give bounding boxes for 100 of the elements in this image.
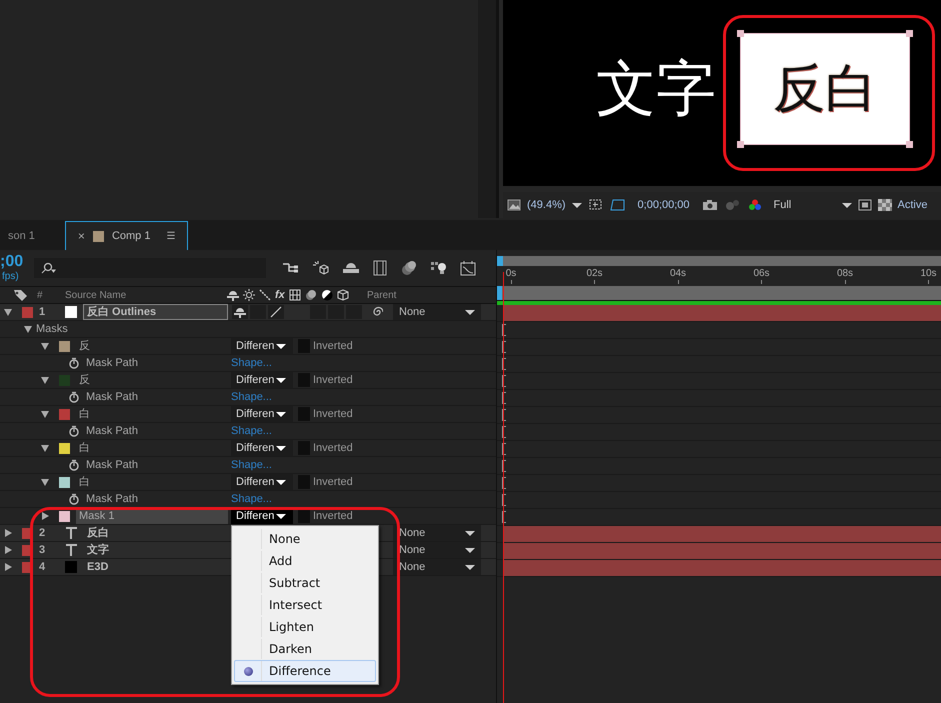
mask-color-swatch[interactable]: [59, 442, 70, 454]
film-icon[interactable]: [372, 260, 388, 276]
zoom-dropdown[interactable]: (49.4%): [527, 199, 566, 211]
slash-icon[interactable]: [259, 289, 271, 301]
layer-name[interactable]: 反白: [83, 525, 228, 541]
frame-icon[interactable]: [858, 199, 872, 211]
time-ruler[interactable]: 0s 02s 04s 06s 08s 10s: [497, 266, 941, 286]
inverted-checkbox[interactable]: [298, 509, 310, 523]
expand-arrow[interactable]: [4, 529, 12, 537]
grid-icon[interactable]: [610, 198, 626, 212]
switch-box[interactable]: [310, 305, 326, 319]
shape-link[interactable]: Shape...: [231, 493, 272, 505]
mode-dropdown[interactable]: Differen: [231, 440, 293, 456]
sun-icon[interactable]: [243, 289, 255, 301]
menu-item[interactable]: Difference: [234, 660, 376, 682]
switch-box[interactable]: [346, 305, 362, 319]
expand-arrow[interactable]: [4, 308, 12, 316]
shape-link[interactable]: Shape...: [231, 459, 272, 471]
hat-icon[interactable]: [342, 261, 360, 275]
stopwatch-icon[interactable]: [68, 459, 80, 471]
shape-link[interactable]: Shape...: [231, 391, 272, 403]
cube-icon[interactable]: [312, 260, 330, 276]
search-field[interactable]: [34, 258, 266, 278]
expand-arrow[interactable]: [41, 444, 49, 452]
mask-handle[interactable]: [906, 141, 913, 148]
mask-color-swatch[interactable]: [59, 476, 70, 488]
menu-icon[interactable]: ☰: [166, 230, 176, 242]
label-swatch[interactable]: [22, 306, 33, 318]
switch-box[interactable]: [328, 305, 344, 319]
parent-dropdown[interactable]: None: [393, 559, 481, 575]
hat-icon[interactable]: [232, 305, 248, 319]
stopwatch-icon[interactable]: [68, 425, 80, 437]
mask-color-swatch[interactable]: [59, 374, 70, 386]
graph-icon[interactable]: [460, 260, 476, 276]
camera-icon[interactable]: [702, 199, 718, 211]
caret-icon[interactable]: [572, 202, 582, 208]
color-channels-icon[interactable]: [748, 199, 762, 211]
panel-tab[interactable]: son 1: [0, 222, 55, 250]
circles-icon[interactable]: [304, 289, 317, 301]
mask-handle[interactable]: [906, 30, 913, 37]
resolution-dropdown[interactable]: Full: [774, 199, 836, 211]
menu-item[interactable]: Lighten: [234, 616, 376, 638]
stopwatch-icon[interactable]: [68, 357, 80, 369]
parent-dropdown[interactable]: None: [393, 542, 481, 558]
bulb-icon[interactable]: [430, 260, 448, 276]
menu-item[interactable]: Darken: [234, 638, 376, 660]
shape-link[interactable]: Shape...: [231, 357, 272, 369]
mode-dropdown[interactable]: Differen: [231, 338, 293, 354]
checkerboard-icon[interactable]: [878, 199, 892, 211]
menu-item[interactable]: Subtract: [234, 572, 376, 594]
mode-dropdown[interactable]: Differen: [231, 474, 293, 490]
expand-arrow[interactable]: [41, 342, 49, 350]
column-header[interactable]: Parent: [367, 290, 396, 300]
cube-icon[interactable]: [336, 289, 349, 301]
menu-item[interactable]: Add: [234, 550, 376, 572]
close-icon[interactable]: ×: [78, 229, 85, 243]
circles-icon[interactable]: [400, 260, 418, 276]
caret-icon[interactable]: [842, 202, 852, 208]
effects-column[interactable]: fx: [275, 289, 285, 301]
region-icon[interactable]: [588, 198, 604, 212]
view-dropdown[interactable]: Active: [898, 199, 928, 211]
stopwatch-icon[interactable]: [68, 493, 80, 505]
mode-dropdown[interactable]: Differen: [231, 406, 293, 422]
pick-whip-icon[interactable]: [371, 306, 383, 318]
current-time[interactable]: ;00: [0, 253, 34, 271]
mask-name[interactable]: 白: [76, 440, 228, 456]
mask-handle[interactable]: [737, 30, 744, 37]
mask-color-swatch[interactable]: [59, 340, 70, 352]
mask-name[interactable]: 白: [76, 406, 228, 422]
mask-handle[interactable]: [737, 141, 744, 148]
layer-name[interactable]: 文字: [83, 542, 228, 558]
mask-color-swatch[interactable]: [59, 408, 70, 420]
slash-icon[interactable]: [268, 305, 284, 319]
expand-arrow[interactable]: [4, 563, 12, 571]
column-header[interactable]: #: [37, 290, 65, 300]
layer-name[interactable]: 反白 Outlines: [83, 304, 228, 320]
image-icon[interactable]: [507, 199, 521, 211]
film-icon[interactable]: [288, 289, 301, 301]
panel-tab[interactable]: × Comp 1 ☰: [64, 221, 188, 250]
mask-name[interactable]: 白: [76, 474, 228, 490]
expand-arrow[interactable]: [24, 325, 32, 333]
shape-link[interactable]: Shape...: [231, 425, 272, 437]
flowchart-icon[interactable]: [282, 261, 300, 275]
expand-arrow[interactable]: [41, 478, 49, 486]
layer-name[interactable]: E3D: [83, 559, 228, 575]
switch-box[interactable]: [250, 305, 266, 319]
contrast-icon[interactable]: [320, 289, 333, 301]
mode-dropdown[interactable]: Differen: [231, 372, 293, 388]
mask-color-swatch[interactable]: [59, 510, 70, 522]
stopwatch-icon[interactable]: [68, 391, 80, 403]
parent-dropdown[interactable]: None: [393, 525, 481, 541]
parent-dropdown[interactable]: None: [393, 304, 481, 320]
expand-arrow[interactable]: [41, 512, 49, 520]
mask-name[interactable]: 反: [76, 372, 228, 388]
mask-name[interactable]: 反: [76, 338, 228, 354]
column-header[interactable]: Source Name: [65, 290, 227, 300]
expand-arrow[interactable]: [41, 376, 49, 384]
group-label[interactable]: Masks: [36, 323, 68, 335]
menu-item[interactable]: Intersect: [234, 594, 376, 616]
expand-arrow[interactable]: [41, 410, 49, 418]
